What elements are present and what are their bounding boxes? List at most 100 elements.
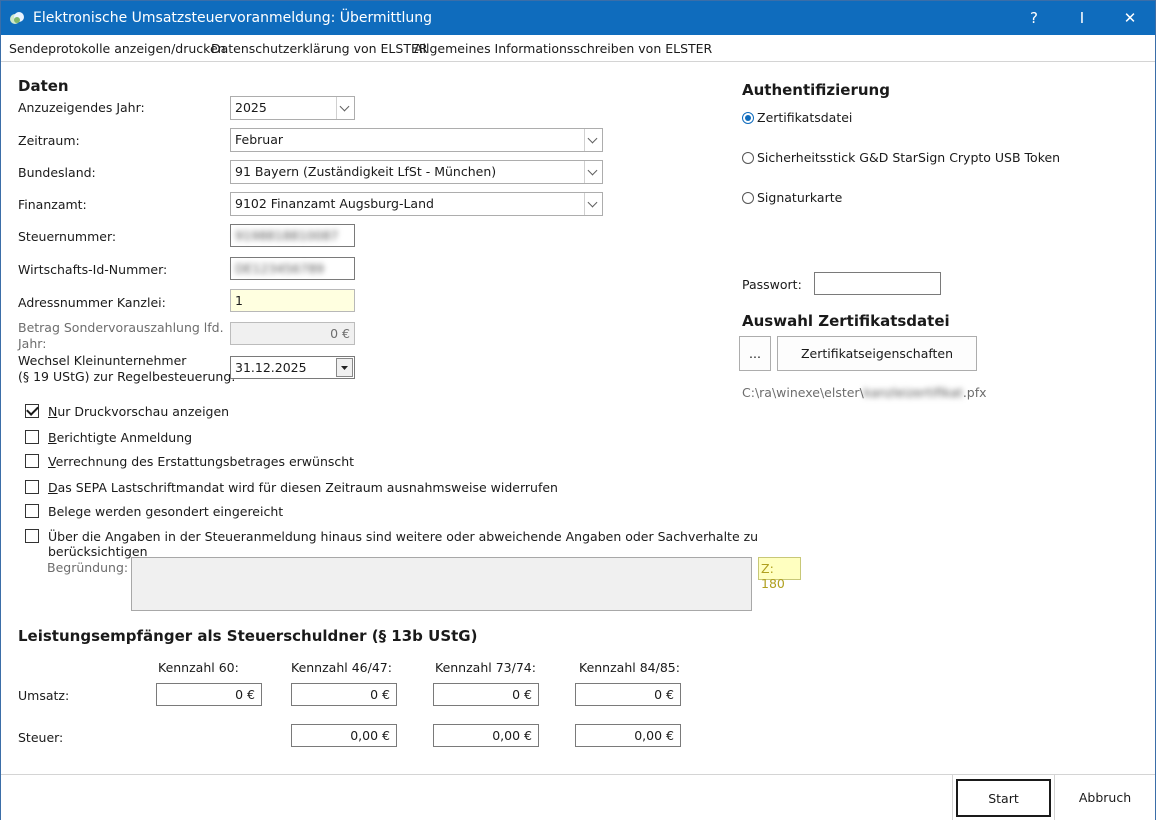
- adressnummer-label: Adressnummer Kanzlei:: [18, 295, 166, 310]
- passwort-label: Passwort:: [742, 277, 802, 292]
- umsatz-kz4647-input[interactable]: 0 €: [291, 683, 397, 706]
- label-text: erichtigte Anmeldung: [56, 430, 193, 445]
- path-prefix: C:\ra\winexe\elster\: [742, 385, 864, 400]
- adressnummer-input[interactable]: 1: [230, 289, 355, 312]
- checkbox-box[interactable]: [25, 454, 39, 468]
- abbruch-button[interactable]: Abbruch: [1055, 779, 1155, 817]
- checkbox-box[interactable]: [25, 504, 39, 518]
- zertifikatseigenschaften-button[interactable]: Zertifikatseigenschaften: [777, 336, 977, 371]
- betrag-label: Betrag Sondervorauszahlung lfd. Jahr:: [18, 320, 224, 352]
- date-dropdown-button[interactable]: [336, 358, 353, 377]
- start-button[interactable]: Start: [956, 779, 1051, 817]
- zeitraum-select[interactable]: Februar: [230, 128, 603, 152]
- jahr-value: 2025: [235, 100, 267, 115]
- steuer-kz4647-input[interactable]: 0,00 €: [291, 724, 397, 747]
- checkbox-box[interactable]: [25, 480, 39, 494]
- checkbox-box[interactable]: [25, 404, 39, 418]
- steuernummer-value: 9198818810087: [235, 228, 339, 243]
- umsatz-kz7374-input[interactable]: 0 €: [433, 683, 539, 706]
- betrag-value: 0 €: [330, 326, 350, 341]
- radio-button[interactable]: [742, 152, 754, 164]
- jahr-select[interactable]: 2025: [230, 96, 355, 120]
- checkbox-label: Verrechnung des Erstattungsbetrages erwü…: [48, 454, 354, 469]
- finanzamt-value: 9102 Finanzamt Augsburg-Land: [235, 196, 434, 211]
- checkbox-label: Über die Angaben in der Steueranmeldung …: [48, 529, 825, 559]
- window-title: Elektronische Umsatzsteuervoranmeldung: …: [33, 10, 433, 26]
- caret-down-icon: [341, 366, 348, 370]
- bundesland-value: 91 Bayern (Zuständigkeit LfSt - München): [235, 164, 497, 179]
- checkbox-box[interactable]: [25, 529, 39, 543]
- leistung-heading: Leistungsempfänger als Steuerschuldner (…: [18, 627, 478, 645]
- checkbox-berichtigte-anmeldung[interactable]: Berichtigte Anmeldung: [25, 430, 525, 448]
- chevron-down-icon: [584, 193, 602, 215]
- zert-path: C:\ra\winexe\elster\kanzleizertifikat.pf…: [742, 385, 987, 400]
- checkbox-verrechnung[interactable]: Verrechnung des Erstattungsbetrages erwü…: [25, 454, 525, 472]
- zeitraum-value: Februar: [235, 132, 283, 147]
- finanzamt-select[interactable]: 9102 Finanzamt Augsburg-Land: [230, 192, 603, 216]
- checkbox-box[interactable]: [25, 430, 39, 444]
- help-button[interactable]: ?: [1011, 1, 1057, 35]
- wechsel-label: Wechsel Kleinunternehmer (§ 19 UStG) zur…: [18, 353, 235, 385]
- radio-button[interactable]: [742, 192, 754, 204]
- access-key: N: [48, 404, 58, 419]
- radio-label: Signaturkarte: [757, 190, 843, 205]
- steuer-label: Steuer:: [18, 730, 64, 745]
- menu-sendeprotokolle[interactable]: Sendeprotokolle anzeigen/drucken: [9, 41, 226, 56]
- checkbox-sepa[interactable]: Das SEPA Lastschriftmandat wird für dies…: [25, 480, 625, 498]
- bundesland-label: Bundesland:: [18, 165, 96, 180]
- radio-zertifikatsdatei[interactable]: Zertifikatsdatei: [742, 110, 1042, 126]
- wechsel-value: 31.12.2025: [235, 360, 307, 375]
- begruendung-textarea: [131, 557, 752, 611]
- label-text: Belege werden gesondert eingereicht: [48, 504, 284, 519]
- browse-button[interactable]: ...: [739, 336, 771, 371]
- chevron-down-icon: [584, 161, 602, 183]
- umsatz-label: Umsatz:: [18, 688, 70, 703]
- steuernummer-input[interactable]: 9198818810087: [230, 224, 355, 247]
- wid-input[interactable]: DE123456789: [230, 257, 355, 280]
- radio-button[interactable]: [742, 112, 754, 124]
- menu-informationsschreiben[interactable]: Allgemeines Informationsschreiben von EL…: [414, 41, 712, 56]
- begruendung-label: Begründung:: [47, 560, 129, 575]
- steuer-kz7374-input[interactable]: 0,00 €: [433, 724, 539, 747]
- footer-bar: Start Abbruch: [1, 774, 1155, 820]
- checkbox-weitere-angaben[interactable]: Über die Angaben in der Steueranmeldung …: [25, 529, 825, 559]
- daten-heading: Daten: [18, 77, 69, 95]
- umsatz-kz60-input[interactable]: 0 €: [156, 683, 262, 706]
- checkbox-druckvorschau[interactable]: Nur Druckvorschau anzeigen: [25, 404, 525, 422]
- checkbox-belege[interactable]: Belege werden gesondert eingereicht: [25, 504, 525, 522]
- steuernummer-label: Steuernummer:: [18, 229, 117, 244]
- wechsel-date-input[interactable]: 31.12.2025: [230, 356, 355, 379]
- checkbox-label: Belege werden gesondert eingereicht: [48, 504, 283, 519]
- betrag-input: 0 €: [230, 322, 355, 345]
- app-icon: [9, 10, 25, 26]
- close-button[interactable]: ✕: [1107, 1, 1153, 35]
- access-key: B: [48, 430, 57, 445]
- wid-label: Wirtschafts-Id-Nummer:: [18, 262, 168, 277]
- title-bar: Elektronische Umsatzsteuervoranmeldung: …: [1, 1, 1155, 35]
- path-ext: .pfx: [962, 385, 987, 400]
- jahr-label: Anzuzeigendes Jahr:: [18, 100, 145, 115]
- auth-heading: Authentifizierung: [742, 81, 890, 99]
- kennzahl-60-label: Kennzahl 60:: [158, 660, 239, 675]
- dialog-window: Elektronische Umsatzsteuervoranmeldung: …: [0, 0, 1156, 820]
- bundesland-select[interactable]: 91 Bayern (Zuständigkeit LfSt - München): [230, 160, 603, 184]
- finanzamt-label: Finanzamt:: [18, 197, 87, 212]
- umsatz-kz8485-input[interactable]: 0 €: [575, 683, 681, 706]
- passwort-input[interactable]: [814, 272, 941, 295]
- radio-label: Sicherheitsstick G&D StarSign Crypto USB…: [757, 150, 1061, 165]
- access-key: D: [48, 480, 58, 495]
- radio-sicherheitsstick[interactable]: Sicherheitsstick G&D StarSign Crypto USB…: [742, 150, 1092, 166]
- adressnummer-value: 1: [235, 293, 243, 308]
- chevron-down-icon: [336, 97, 354, 119]
- chevron-down-icon: [584, 129, 602, 151]
- radio-signaturkarte[interactable]: Signaturkarte: [742, 190, 1042, 206]
- restore-button[interactable]: I: [1059, 1, 1105, 35]
- checkbox-label: Das SEPA Lastschriftmandat wird für dies…: [48, 480, 558, 495]
- label-text: as SEPA Lastschriftmandat wird für diese…: [57, 480, 558, 495]
- steuer-kz8485-input[interactable]: 0,00 €: [575, 724, 681, 747]
- wechsel-label-line2: (§ 19 UStG) zur Regelbesteuerung:: [18, 369, 236, 384]
- menu-datenschutz[interactable]: Datenschutzerklärung von ELSTER: [211, 41, 428, 56]
- label-text: ur Druckvorschau anzeigen: [57, 404, 230, 419]
- begruendung-counter: Z: 180: [758, 557, 801, 591]
- wechsel-label-line1: Wechsel Kleinunternehmer: [18, 353, 187, 368]
